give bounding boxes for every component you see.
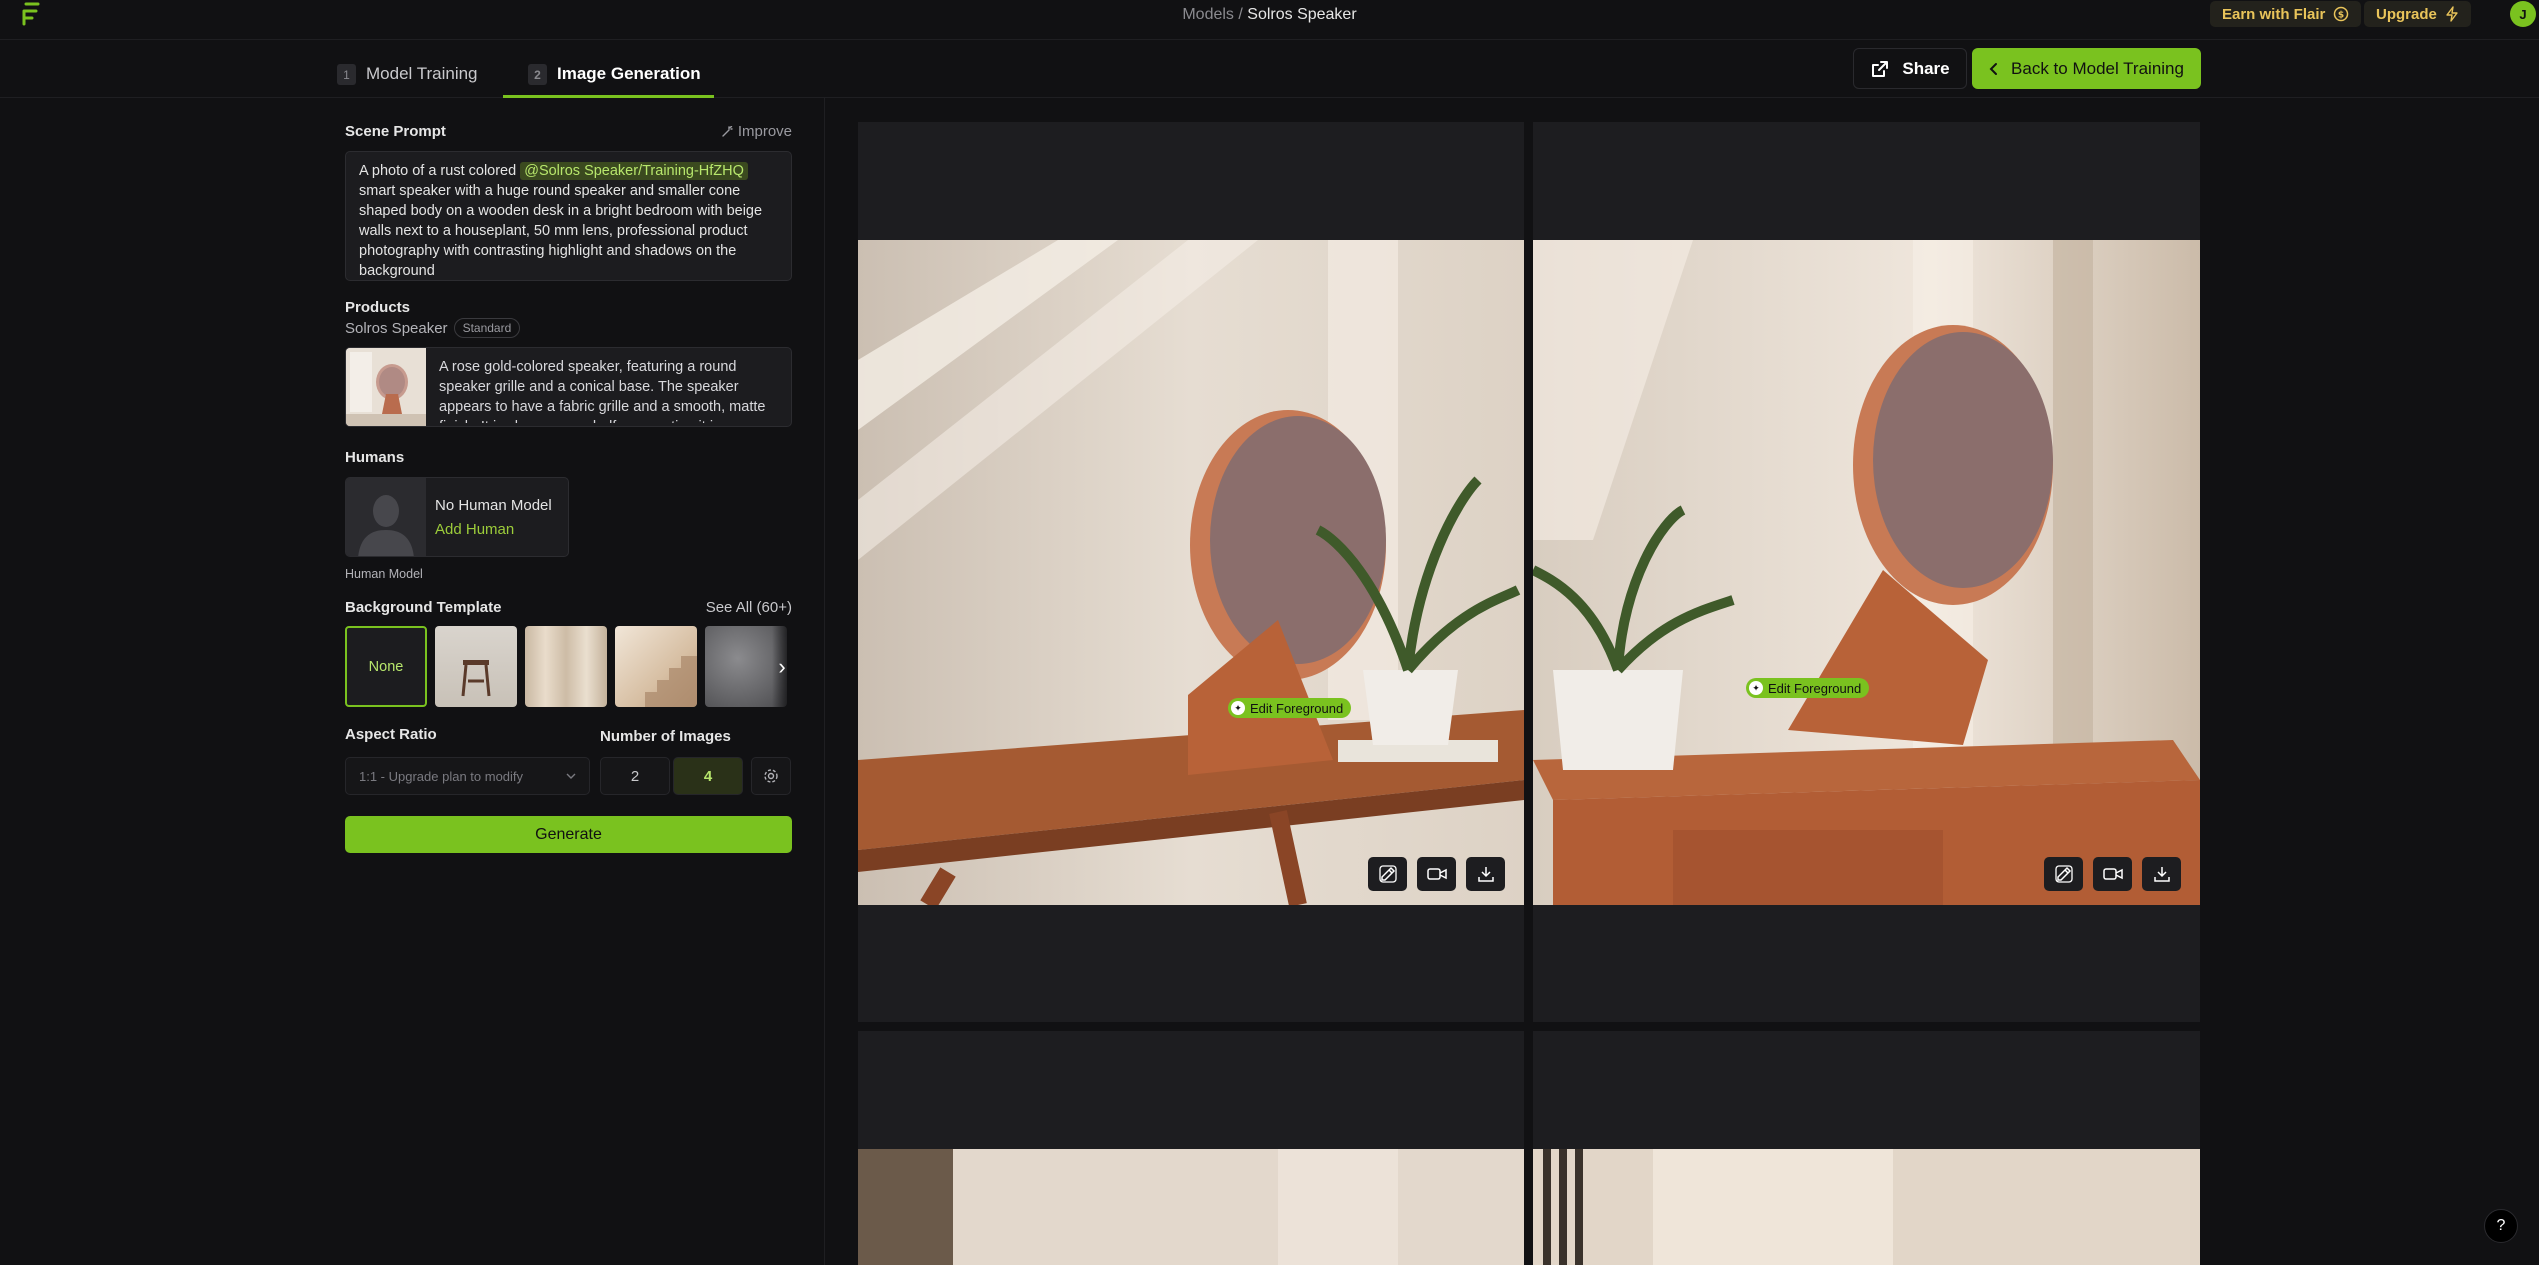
breadcrumb-current: Solros Speaker (1247, 6, 1357, 23)
background-none-label: None (368, 658, 404, 675)
share-label: Share (1902, 58, 1950, 78)
external-link-icon (1872, 60, 1889, 77)
human-model-caption: Human Model (345, 567, 423, 581)
generated-image[interactable] (1533, 1149, 2200, 1265)
generated-image-frame: ✦ Edit Foreground (858, 122, 1524, 1022)
edit-image-button[interactable] (1368, 857, 1407, 891)
download-icon (1477, 867, 1494, 882)
breadcrumb: Models / Solros Speaker (0, 6, 2539, 24)
download-icon (2153, 867, 2170, 882)
generate-button[interactable]: Generate (345, 816, 792, 853)
num-images-option-4[interactable]: 4 (673, 757, 743, 795)
create-video-button[interactable] (2093, 857, 2132, 891)
edit-foreground-label: Edit Foreground (1768, 680, 1862, 696)
number-of-images-label: Number of Images (600, 728, 731, 745)
upgrade-label: Upgrade (2376, 5, 2437, 23)
background-template-row: None › (345, 626, 792, 707)
generated-image-frame: ✦ Edit Foreground (1533, 122, 2200, 1022)
aspect-ratio-label: Aspect Ratio (345, 726, 437, 743)
edit-foreground-button[interactable]: ✦ Edit Foreground (1228, 698, 1352, 718)
tab-number: 1 (337, 64, 356, 85)
product-name-row: Solros Speaker Standard (345, 318, 521, 338)
scene-prompt-header: Scene Prompt Improve (345, 123, 792, 140)
product-name: Solros Speaker (345, 319, 448, 337)
dollar-coin-icon: $ (2334, 6, 2349, 22)
share-button[interactable]: Share (1853, 48, 1967, 89)
scene-prompt-input[interactable]: A photo of a rust colored @Solros Speake… (345, 151, 792, 281)
add-human-link[interactable]: Add Human (435, 521, 514, 538)
human-silhouette-icon (346, 478, 426, 556)
upgrade-button[interactable]: Upgrade (2364, 1, 2471, 27)
generated-image-frame (858, 1031, 1524, 1265)
edit-image-button[interactable] (2044, 857, 2083, 891)
background-template-label: Background Template (345, 599, 502, 616)
image-actions (1368, 857, 1505, 891)
download-image-button[interactable] (2142, 857, 2181, 891)
tab-label: Model Training (366, 64, 478, 83)
image-actions (2044, 857, 2181, 891)
user-avatar[interactable]: J (2510, 1, 2536, 27)
active-tab-indicator (503, 95, 714, 98)
create-video-button[interactable] (1417, 857, 1456, 891)
back-to-model-training-button[interactable]: Back to Model Training (1972, 48, 2201, 89)
product-card[interactable]: A rose gold-colored speaker, featuring a… (345, 347, 792, 427)
pencil-icon (1378, 865, 1397, 883)
back-label: Back to Model Training (2011, 58, 2184, 78)
generated-image[interactable]: ✦ Edit Foreground (858, 240, 1524, 905)
top-bar: Models / Solros Speaker Earn with Flair … (0, 0, 2539, 40)
video-camera-icon (1426, 868, 1447, 880)
download-image-button[interactable] (1466, 857, 1505, 891)
background-template-header: Background Template See All (60+) (345, 599, 792, 616)
magic-icon: ✦ (1749, 681, 1763, 695)
chevron-right-icon[interactable]: › (772, 626, 792, 707)
aspect-ratio-value: 1:1 - Upgrade plan to modify (359, 768, 524, 784)
generated-image[interactable] (858, 1149, 1524, 1265)
products-label: Products (345, 299, 411, 316)
chevron-left-icon (1989, 62, 1998, 75)
improve-button[interactable]: Improve (721, 123, 792, 140)
earn-label: Earn with Flair (2222, 5, 2326, 23)
magic-icon: ✦ (1231, 701, 1245, 715)
background-template-curtain[interactable] (525, 626, 607, 707)
lightning-icon (2446, 6, 2458, 22)
num-images-option-2[interactable]: 2 (600, 757, 670, 795)
help-button[interactable]: ? (2484, 1209, 2518, 1243)
product-tier-badge: Standard (453, 318, 521, 338)
chevron-down-icon (566, 773, 576, 779)
product-mention-tag[interactable]: @Solros Speaker/Training-HfZHQ (520, 162, 748, 180)
improve-label: Improve (737, 123, 792, 140)
product-description: A rose gold-colored speaker, featuring a… (439, 359, 766, 423)
prompt-text-after: smart speaker with a huge round speaker … (359, 183, 763, 279)
edit-foreground-label: Edit Foreground (1250, 700, 1344, 716)
human-model-card[interactable]: No Human Model Add Human (345, 477, 569, 557)
background-none-option[interactable]: None (345, 626, 427, 707)
tab-image-generation[interactable]: 2 Image Generation (528, 64, 701, 98)
tab-number: 2 (528, 64, 547, 85)
panel-divider (824, 98, 825, 1265)
human-model-title: No Human Model (435, 497, 552, 514)
tab-label: Image Generation (557, 64, 701, 83)
humans-label: Humans (345, 449, 405, 466)
svg-text:$: $ (2338, 11, 2344, 21)
earn-with-flair-button[interactable]: Earn with Flair $ (2210, 1, 2362, 27)
edit-foreground-button[interactable]: ✦ Edit Foreground (1746, 678, 1870, 698)
gear-icon[interactable] (751, 757, 791, 795)
tab-model-training[interactable]: 1 Model Training (337, 64, 478, 98)
breadcrumb-separator: / (1233, 6, 1248, 23)
background-template-stool[interactable] (435, 626, 517, 707)
magic-wand-icon (722, 125, 733, 137)
generated-image[interactable]: ✦ Edit Foreground (1533, 240, 2200, 905)
product-thumbnail (346, 348, 426, 426)
generated-image-frame (1533, 1031, 2200, 1265)
breadcrumb-models-link[interactable]: Models (1182, 6, 1234, 23)
prompt-text-before: A photo of a rust colored (359, 163, 521, 179)
video-camera-icon (2102, 868, 2123, 880)
see-all-templates-link[interactable]: See All (60+) (706, 599, 792, 616)
aspect-ratio-select[interactable]: 1:1 - Upgrade plan to modify (345, 757, 590, 795)
background-template-stairs[interactable] (615, 626, 697, 707)
scene-prompt-label: Scene Prompt (345, 123, 446, 140)
pencil-icon (2054, 865, 2073, 883)
